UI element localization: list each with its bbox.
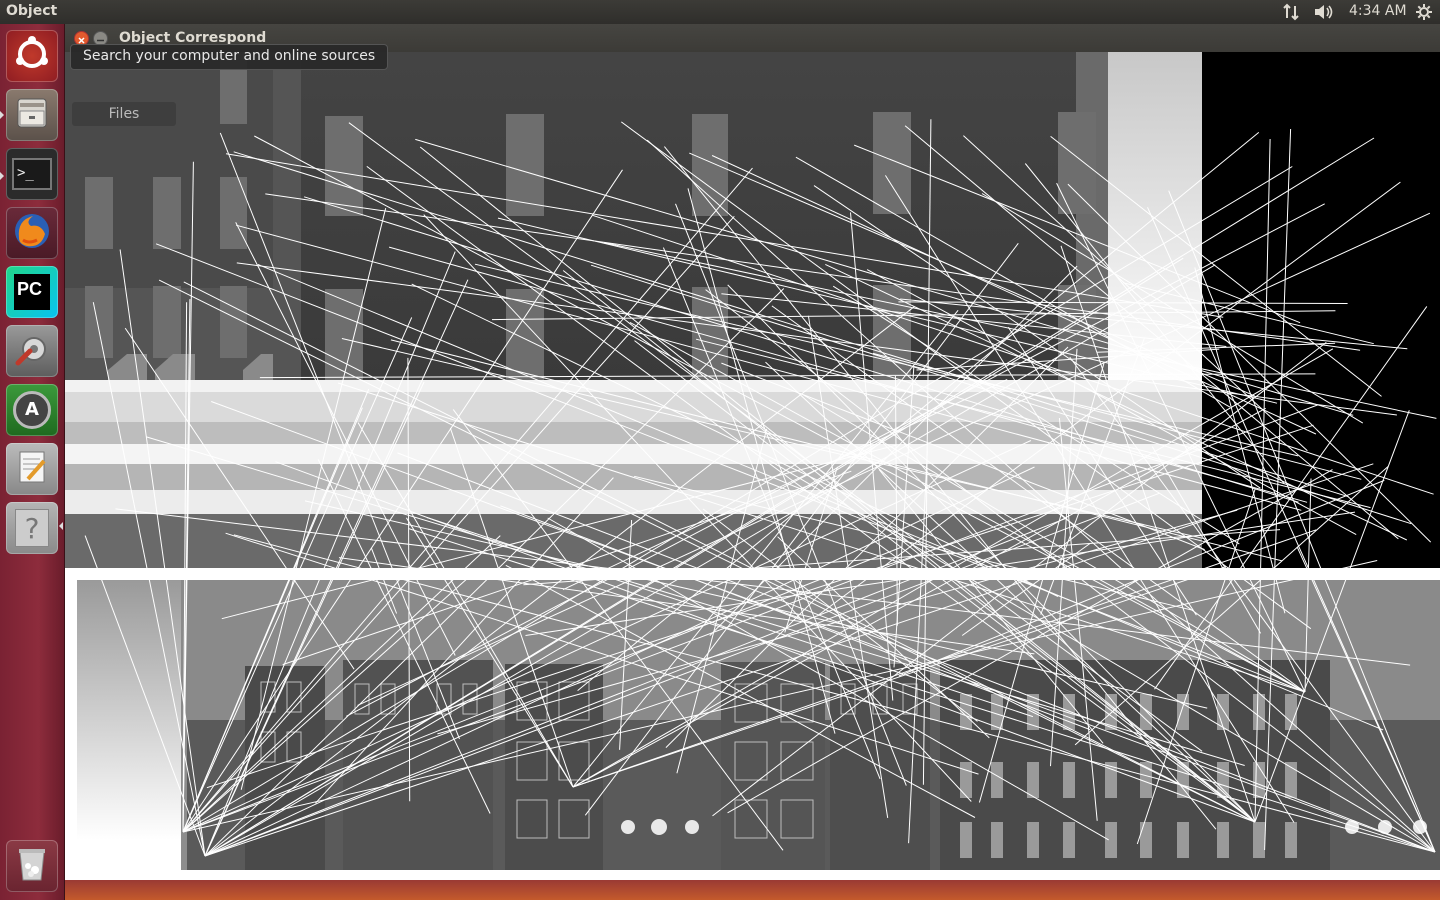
- text-editor-icon: [12, 447, 52, 491]
- running-indicator: [0, 111, 4, 119]
- wrench-gear-icon: [12, 329, 52, 373]
- top-panel: Object 4:34 AM: [0, 0, 1440, 24]
- terminal-icon: >_: [12, 158, 52, 190]
- launcher-files[interactable]: [6, 89, 58, 141]
- running-indicator: [0, 172, 4, 180]
- launcher-dash-home[interactable]: [6, 30, 58, 82]
- desktop-edge: [65, 880, 1440, 900]
- software-updater-icon: A: [13, 391, 51, 429]
- launcher-software-updater[interactable]: A: [6, 384, 58, 436]
- launcher-pycharm[interactable]: PC: [6, 266, 58, 318]
- trash-icon: [12, 844, 52, 888]
- launcher-terminal[interactable]: >_: [6, 148, 58, 200]
- volume-icon[interactable]: [1313, 3, 1335, 25]
- clock[interactable]: 4:34 AM: [1349, 3, 1407, 19]
- help-icon: ?: [15, 509, 49, 547]
- launcher: >_ PC A ?: [0, 24, 65, 900]
- gear-icon[interactable]: [1415, 3, 1433, 25]
- files-hover-label: Files: [72, 102, 176, 126]
- launcher-firefox[interactable]: [6, 207, 58, 259]
- launcher-tooltip: Search your computer and online sources: [70, 44, 389, 70]
- focus-indicator: [59, 522, 63, 530]
- app-title: Object: [6, 3, 58, 19]
- correspondence-canvas: [65, 52, 1440, 880]
- pycharm-icon: PC: [14, 274, 50, 310]
- network-updown-icon[interactable]: [1282, 3, 1300, 25]
- file-cabinet-icon: [12, 93, 52, 137]
- launcher-help[interactable]: ?: [6, 502, 58, 554]
- correspondence-image: [65, 52, 1440, 880]
- launcher-text-editor[interactable]: [6, 443, 58, 495]
- launcher-system-settings[interactable]: [6, 325, 58, 377]
- firefox-icon: [11, 210, 53, 256]
- launcher-trash[interactable]: [6, 840, 58, 892]
- ubuntu-logo-icon: [12, 34, 52, 78]
